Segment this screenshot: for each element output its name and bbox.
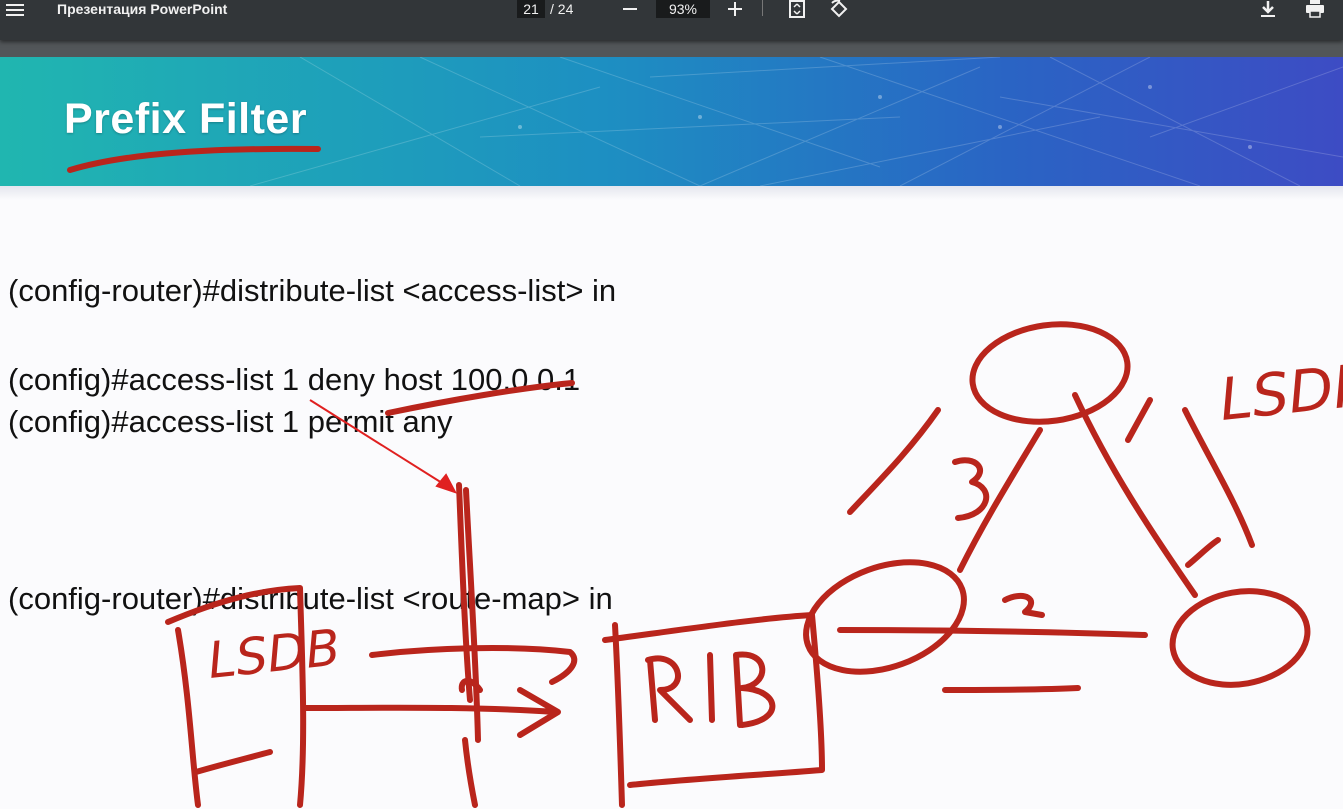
page-number-input[interactable]: 21 <box>517 0 545 18</box>
slide-page: Prefix Filter (config-router)#distribute… <box>0 57 1343 809</box>
command-line-access-list-permit: (config)#access-list 1 permit any <box>8 404 453 439</box>
command-line-distribute-list-access: (config-router)#distribute-list <access-… <box>8 273 617 308</box>
command-line-distribute-list-route-map: (config-router)#distribute-list <route-m… <box>8 581 613 616</box>
fit-page-icon[interactable] <box>785 0 809 18</box>
menu-icon[interactable] <box>6 0 28 20</box>
banner-shadow <box>0 186 1343 200</box>
print-icon[interactable] <box>1303 0 1327 18</box>
slide-banner: Prefix Filter <box>0 57 1343 186</box>
document-title: Презентация PowerPoint <box>57 1 228 17</box>
page-count: / 24 <box>550 1 574 17</box>
zoom-input[interactable]: 93% <box>656 0 710 18</box>
slide-title: Prefix Filter <box>64 95 308 143</box>
zoom-in-icon[interactable] <box>723 0 747 18</box>
zoom-out-icon[interactable] <box>618 0 642 18</box>
toolbar-divider <box>762 0 763 16</box>
rotate-icon[interactable] <box>827 0 851 18</box>
download-icon[interactable] <box>1256 0 1280 18</box>
command-line-access-list-deny: (config)#access-list 1 deny host 100.0.0… <box>8 362 581 397</box>
pdf-toolbar: Презентация PowerPoint 21 / 24 93% <box>0 0 1343 40</box>
